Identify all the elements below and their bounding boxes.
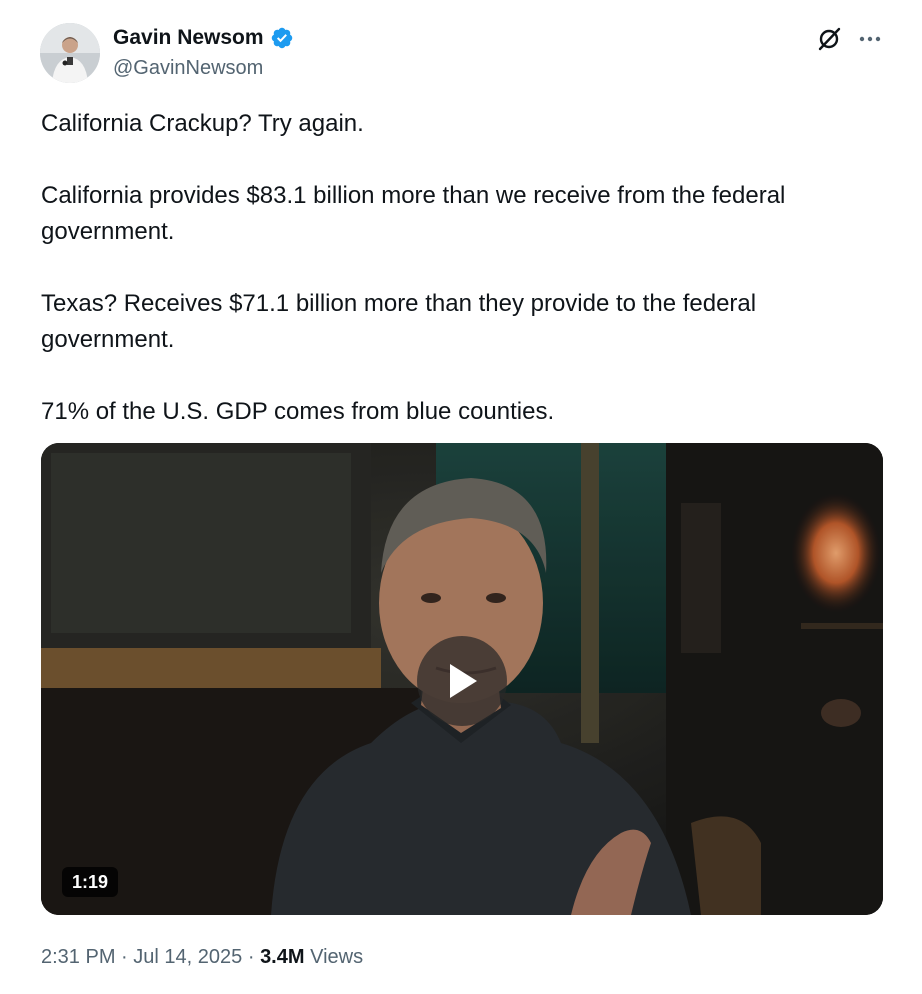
more-icon: [859, 36, 881, 42]
grok-button[interactable]: [815, 25, 843, 53]
tweet-paragraph: California provides $83.1 billion more t…: [41, 182, 786, 245]
video-duration: 1:19: [62, 867, 119, 897]
tweet-meta: 2:31 PM · Jul 14, 2025 · 3.4M Views: [41, 944, 363, 970]
play-button[interactable]: [417, 636, 507, 726]
avatar[interactable]: [40, 23, 100, 83]
author-name-row[interactable]: Gavin Newsom: [113, 26, 294, 50]
video-player[interactable]: 1:19: [41, 443, 883, 915]
meta-separator: ·: [247, 946, 255, 968]
tweet-time: 2:31 PM: [41, 946, 116, 968]
views-label: Views: [310, 946, 364, 968]
tweet: Gavin Newsom @GavinNewsom California Cra…: [0, 0, 922, 994]
tweet-paragraph: California Crackup? Try again.: [41, 110, 364, 137]
play-icon: [450, 664, 477, 698]
grok-icon: [818, 27, 841, 51]
tweet-views[interactable]: 3.4M Views: [260, 946, 363, 968]
tweet-paragraph: Texas? Receives $71.1 billion more than …: [41, 290, 757, 353]
tweet-date: Jul 14, 2025: [133, 946, 243, 968]
meta-separator: ·: [121, 946, 128, 968]
more-options-button[interactable]: [855, 25, 885, 53]
avatar-image: [40, 23, 100, 83]
author-display-name[interactable]: Gavin Newsom: [113, 26, 264, 50]
verified-badge-icon: [271, 27, 292, 49]
tweet-timestamp[interactable]: 2:31 PM · Jul 14, 2025: [41, 946, 242, 968]
tweet-paragraph: 71% of the U.S. GDP comes from blue coun…: [41, 398, 555, 425]
tweet-text: California Crackup? Try again. Californi…: [41, 106, 881, 430]
author-handle[interactable]: @GavinNewsom: [113, 56, 263, 80]
views-count: 3.4M: [260, 946, 305, 968]
